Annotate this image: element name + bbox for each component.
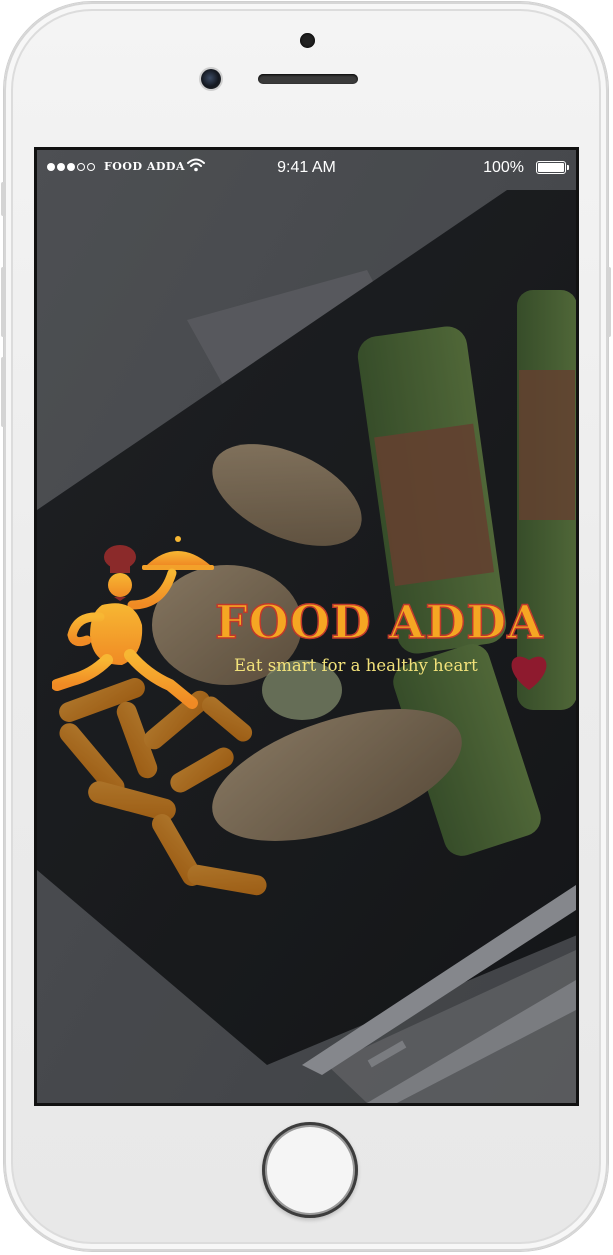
tagline: Eat smart for a healthy heart [234,656,478,675]
front-camera [300,33,315,48]
mute-switch [1,182,6,216]
heart-icon [511,656,547,690]
power-button [606,267,611,337]
facetime-camera [201,69,221,89]
app-screen[interactable]: FOOD ADDA 9:41 AM 100% FOOD ADDA Eat sma… [37,150,576,1103]
status-bar: FOOD ADDA 9:41 AM 100% [37,150,576,186]
battery-icon [536,161,569,174]
home-button[interactable] [262,1122,358,1218]
running-chef-icon [52,536,214,709]
volume-up-button [1,267,6,337]
brand-title: FOOD ADDA [214,594,544,650]
earpiece-speaker [258,74,358,84]
battery-percentage: 100% [483,159,524,176]
brand-logo: FOOD ADDA Eat smart for a healthy heart [52,535,572,715]
volume-down-button [1,357,6,427]
